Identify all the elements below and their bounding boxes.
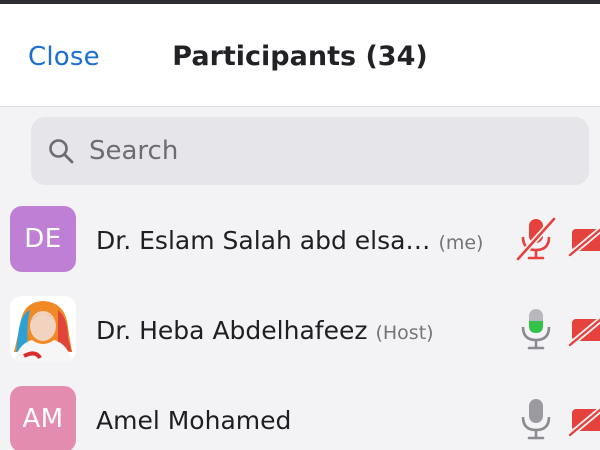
avatar: DE	[10, 206, 76, 272]
page-title: Participants (34)	[172, 41, 428, 72]
video-off-icon[interactable]	[568, 221, 600, 257]
profile-photo-icon	[10, 296, 76, 362]
avatar	[10, 296, 76, 362]
mic-icon[interactable]	[514, 395, 558, 443]
participant-row[interactable]: DE Dr. Eslam Salah abd elsa… (me)	[0, 195, 600, 285]
participant-tag: (me)	[438, 232, 484, 254]
video-off-icon[interactable]	[568, 401, 600, 437]
avatar: AM	[10, 386, 76, 450]
search-icon	[49, 139, 74, 164]
participant-row[interactable]: Dr. Heba Abdelhafeez (Host)	[0, 285, 600, 375]
participant-name: Dr. Heba Abdelhafeez	[96, 316, 368, 345]
participant-name-line: Dr. Eslam Salah abd elsa… (me)	[96, 226, 483, 255]
video-off-icon[interactable]	[568, 311, 600, 347]
participant-row[interactable]: AM Amel Mohamed	[0, 375, 600, 450]
participant-name-line: Dr. Heba Abdelhafeez (Host)	[96, 316, 434, 345]
mic-muted-icon[interactable]	[514, 215, 558, 263]
search-placeholder: Search	[89, 136, 179, 166]
mic-speaking-icon[interactable]	[514, 305, 558, 353]
participant-tag: (Host)	[375, 322, 434, 344]
participant-name: Amel Mohamed	[96, 406, 292, 435]
search-input[interactable]: Search	[31, 117, 589, 185]
participant-name: Dr. Eslam Salah abd elsa…	[96, 226, 431, 255]
participants-header: Close Participants (34)	[0, 4, 600, 107]
participant-name-line: Amel Mohamed	[96, 406, 299, 435]
